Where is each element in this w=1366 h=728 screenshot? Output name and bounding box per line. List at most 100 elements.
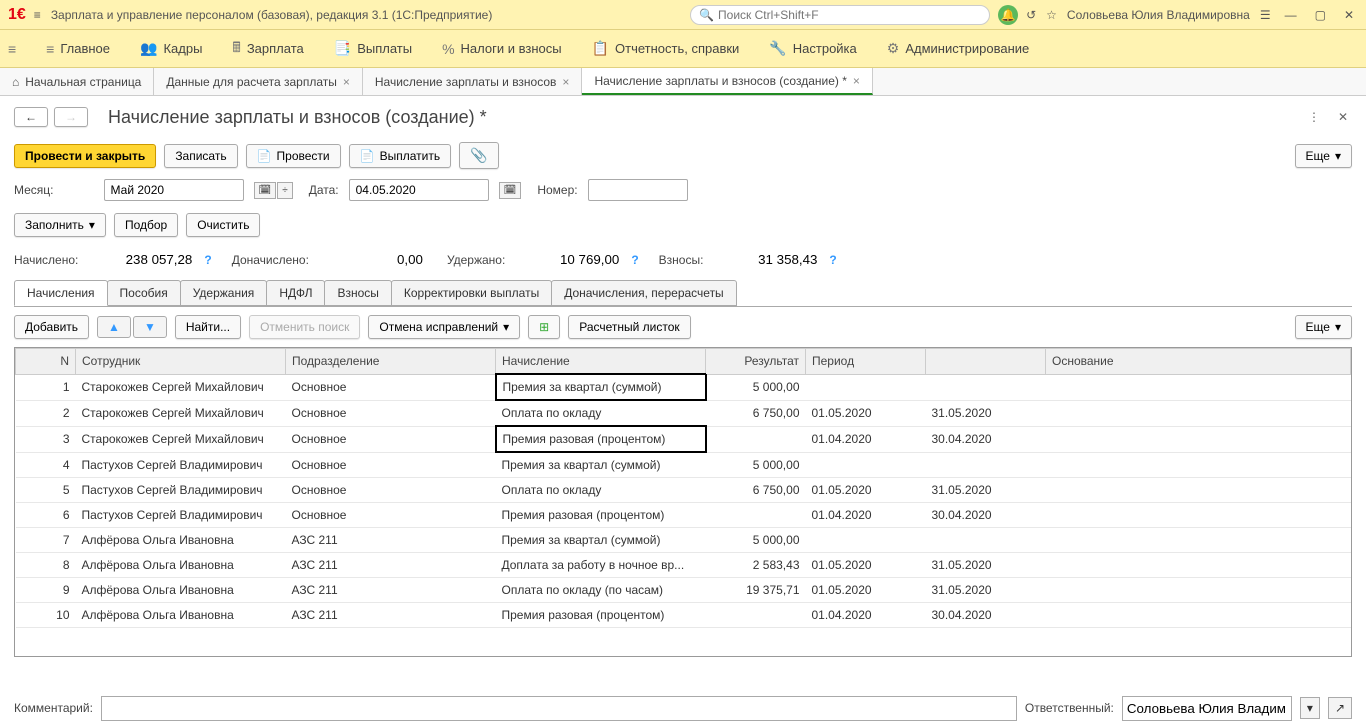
- post-close-button[interactable]: Провести и закрыть: [14, 144, 156, 168]
- minimize-icon[interactable]: —: [1281, 8, 1301, 22]
- tab-close-icon[interactable]: ×: [853, 74, 860, 88]
- tab[interactable]: Данные для расчета зарплаты×: [154, 68, 363, 95]
- form-row: Месяц: 🗓 ÷ Дата: 🗓 Номер:: [0, 173, 1366, 207]
- month-input[interactable]: [104, 179, 244, 201]
- help-contrib-icon[interactable]: ?: [829, 253, 836, 267]
- resp-open-icon[interactable]: ↗: [1328, 697, 1352, 719]
- table-row[interactable]: 1 Старокожев Сергей Михайлович Основное …: [16, 374, 1351, 400]
- subtab[interactable]: Пособия: [107, 280, 181, 306]
- nav-Кадры[interactable]: 👥Кадры: [140, 40, 202, 57]
- history-icon[interactable]: ↺: [1026, 8, 1036, 22]
- nav-Администрирование[interactable]: ⚙Администрирование: [887, 40, 1030, 57]
- payslip-button[interactable]: Расчетный листок: [568, 315, 690, 339]
- move-up-button[interactable]: ▲: [97, 316, 131, 338]
- table-row[interactable]: 7 Алфёрова Ольга Ивановна АЗС 211 Премия…: [16, 528, 1351, 553]
- number-input[interactable]: [588, 179, 688, 201]
- cell-period-start: 01.05.2020: [806, 578, 926, 603]
- hamburger-icon[interactable]: ≡: [34, 8, 41, 22]
- help-accrued-icon[interactable]: ?: [204, 253, 211, 267]
- search-box[interactable]: 🔍: [690, 5, 990, 25]
- month-spinner-icon[interactable]: ÷: [277, 182, 293, 199]
- col-res[interactable]: Результат: [706, 349, 806, 375]
- menu-icon[interactable]: ≡: [8, 41, 16, 57]
- resp-dropdown-icon[interactable]: ▾: [1300, 697, 1320, 719]
- close-page-icon[interactable]: ✕: [1334, 106, 1352, 128]
- kebab-icon[interactable]: ⋮: [1304, 106, 1324, 128]
- month-picker-icon[interactable]: 🗓: [254, 182, 277, 199]
- col-acc[interactable]: Начисление: [496, 349, 706, 375]
- cell-acc: Премия за квартал (суммой): [496, 452, 706, 478]
- col-per-end[interactable]: [926, 349, 1046, 375]
- post-button[interactable]: 📄Провести: [246, 144, 341, 168]
- subtab[interactable]: Взносы: [324, 280, 391, 306]
- payout-button[interactable]: 📄Выплатить: [349, 144, 451, 168]
- col-basis[interactable]: Основание: [1046, 349, 1351, 375]
- cell-emp: Пастухов Сергей Владимирович: [76, 452, 286, 478]
- search-input[interactable]: [718, 8, 981, 22]
- find-button[interactable]: Найти...: [175, 315, 241, 339]
- table-row[interactable]: 8 Алфёрова Ольга Ивановна АЗС 211 Доплат…: [16, 553, 1351, 578]
- table-row[interactable]: 2 Старокожев Сергей Михайлович Основное …: [16, 400, 1351, 426]
- nav-Отчетность, справки[interactable]: 📋Отчетность, справки: [592, 40, 740, 57]
- subtab[interactable]: Корректировки выплаты: [391, 280, 552, 306]
- nav-Выплаты[interactable]: 📑Выплаты: [334, 40, 412, 57]
- maximize-icon[interactable]: ▢: [1311, 8, 1330, 22]
- close-icon[interactable]: ✕: [1340, 8, 1358, 22]
- nav-Налоги и взносы[interactable]: %Налоги и взносы: [442, 41, 562, 57]
- show-details-button[interactable]: ⊞: [528, 315, 560, 339]
- tab[interactable]: Начисление зарплаты и взносов×: [363, 68, 583, 95]
- help-withheld-icon[interactable]: ?: [631, 253, 638, 267]
- cell-res: 5 000,00: [706, 452, 806, 478]
- table-wrap[interactable]: N Сотрудник Подразделение Начисление Рез…: [14, 347, 1352, 657]
- tab[interactable]: ⌂Начальная страница: [0, 68, 154, 95]
- col-emp[interactable]: Сотрудник: [76, 349, 286, 375]
- table-row[interactable]: 6 Пастухов Сергей Владимирович Основное …: [16, 503, 1351, 528]
- nav-Зарплата[interactable]: 🖩Зарплата: [232, 37, 303, 61]
- write-button[interactable]: Записать: [164, 144, 237, 168]
- move-down-button[interactable]: ▼: [133, 316, 167, 338]
- tab[interactable]: Начисление зарплаты и взносов (создание)…: [582, 68, 872, 95]
- cell-basis: [1046, 603, 1351, 628]
- more-button[interactable]: Еще ▾: [1295, 144, 1352, 168]
- add-button[interactable]: Добавить: [14, 315, 89, 339]
- table-row[interactable]: 5 Пастухов Сергей Владимирович Основное …: [16, 478, 1351, 503]
- subtab[interactable]: НДФЛ: [266, 280, 325, 306]
- select-button[interactable]: Подбор: [114, 213, 178, 237]
- nav-label: Главное: [60, 41, 110, 56]
- comment-input[interactable]: [101, 696, 1017, 721]
- tab-close-icon[interactable]: ×: [343, 75, 350, 89]
- table-more-button[interactable]: Еще ▾: [1295, 315, 1352, 339]
- nav-Главное[interactable]: ≡Главное: [46, 41, 110, 57]
- col-n[interactable]: N: [16, 349, 76, 375]
- table-row[interactable]: 3 Старокожев Сергей Михайлович Основное …: [16, 426, 1351, 452]
- cell-period-start: [806, 374, 926, 400]
- col-dep[interactable]: Подразделение: [286, 349, 496, 375]
- filter-icon[interactable]: ☰: [1260, 8, 1271, 22]
- table-row[interactable]: 10 Алфёрова Ольга Ивановна АЗС 211 Преми…: [16, 603, 1351, 628]
- grid-icon: ⊞: [539, 320, 549, 334]
- subtab[interactable]: Удержания: [180, 280, 268, 306]
- forward-button[interactable]: →: [54, 107, 88, 127]
- star-icon[interactable]: ☆: [1046, 8, 1057, 22]
- table-row[interactable]: 9 Алфёрова Ольга Ивановна АЗС 211 Оплата…: [16, 578, 1351, 603]
- month-label: Месяц:: [14, 183, 54, 197]
- bell-icon[interactable]: 🔔: [998, 5, 1018, 25]
- attach-button[interactable]: 📎: [459, 142, 498, 169]
- fill-button[interactable]: Заполнить ▾: [14, 213, 106, 237]
- date-picker-icon[interactable]: 🗓: [499, 182, 522, 199]
- back-button[interactable]: ←: [14, 107, 48, 127]
- payout-icon: 📄: [360, 149, 375, 163]
- nav-Настройка[interactable]: 🔧Настройка: [769, 40, 856, 57]
- cell-n: 8: [16, 553, 76, 578]
- date-input[interactable]: [349, 179, 489, 201]
- cancel-fix-button[interactable]: Отмена исправлений ▾: [368, 315, 520, 339]
- search-icon: 🔍: [699, 8, 714, 22]
- resp-input[interactable]: [1122, 696, 1292, 721]
- table-row[interactable]: 4 Пастухов Сергей Владимирович Основное …: [16, 452, 1351, 478]
- subtab[interactable]: Доначисления, перерасчеты: [551, 280, 736, 306]
- tab-close-icon[interactable]: ×: [562, 75, 569, 89]
- col-per[interactable]: Период: [806, 349, 926, 375]
- cell-emp: Алфёрова Ольга Ивановна: [76, 578, 286, 603]
- subtab[interactable]: Начисления: [14, 280, 108, 306]
- clear-button[interactable]: Очистить: [186, 213, 260, 237]
